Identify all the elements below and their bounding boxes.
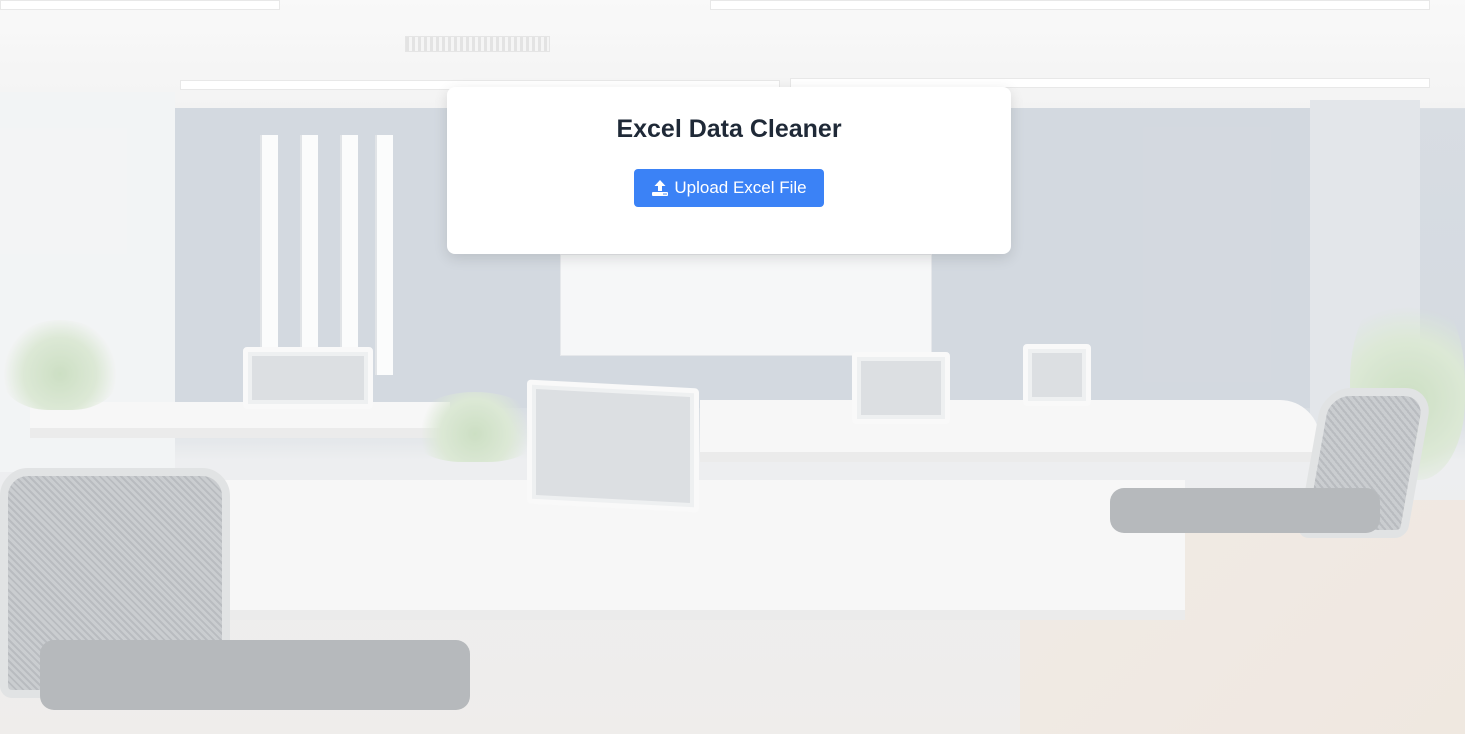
upload-icon xyxy=(651,179,669,197)
upload-button-label: Upload Excel File xyxy=(674,178,807,197)
upload-card: Excel Data Cleaner Upload Excel File xyxy=(447,87,1011,254)
upload-excel-button[interactable]: Upload Excel File xyxy=(634,169,824,207)
page-title: Excel Data Cleaner xyxy=(616,115,842,143)
